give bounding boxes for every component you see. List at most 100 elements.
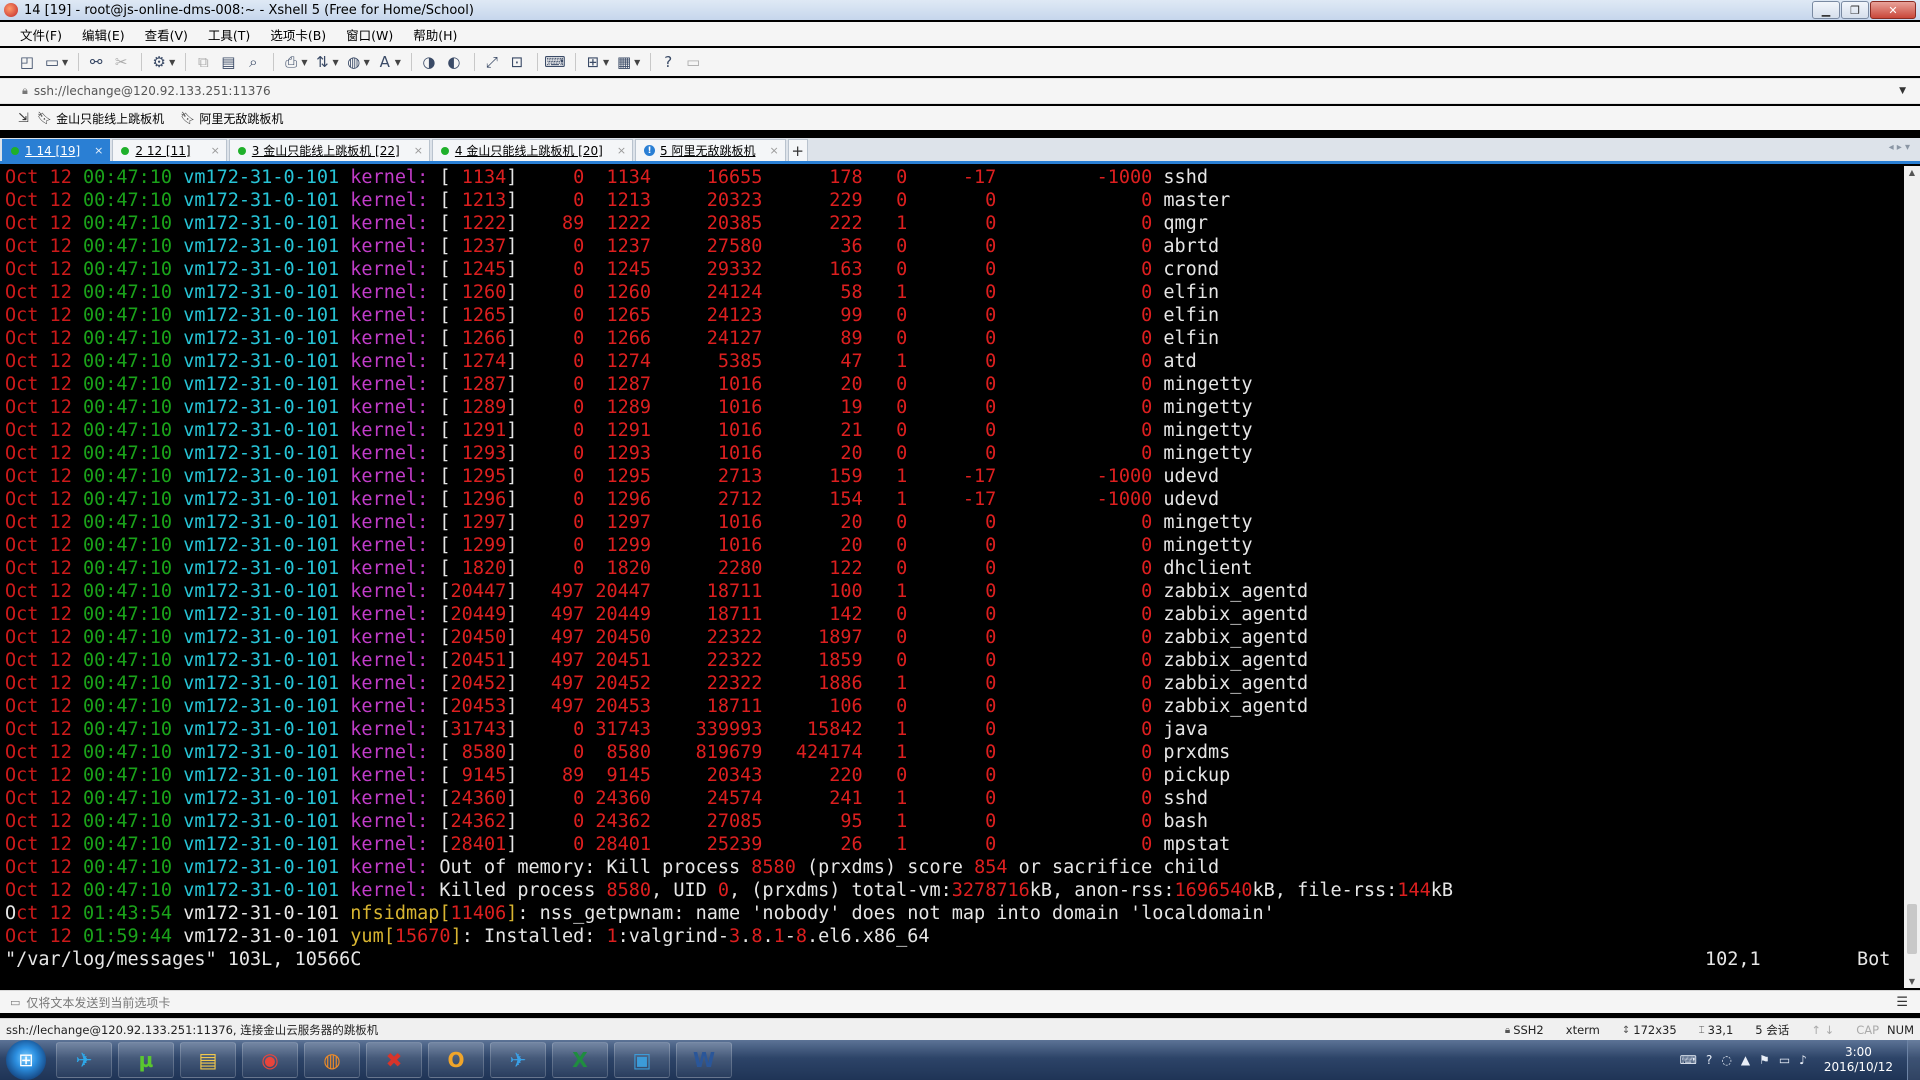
utorrent-app-icon[interactable]: µ	[118, 1042, 174, 1078]
find-icon[interactable]: ⌕	[242, 51, 264, 73]
fullscreen-icon[interactable]: ⤢	[481, 51, 503, 73]
volume-tray-icon[interactable]: ♪	[1799, 1053, 1807, 1067]
terminal-scrollbar[interactable]: ▲ ▼	[1904, 166, 1920, 988]
start-button[interactable]: ⊞	[6, 1040, 46, 1080]
terminal-text: 1245	[461, 259, 507, 280]
terminal-text: ]	[506, 397, 574, 418]
terminal-text: -17	[962, 489, 997, 510]
keyboard-icon[interactable]: ⌨	[544, 51, 566, 73]
address-input[interactable]: ssh://lechange@120.92.133.251:11376	[34, 84, 1899, 98]
show-hidden-icons-icon[interactable]: ▲	[1741, 1053, 1750, 1067]
xmanager-icon[interactable]: ◐	[443, 51, 465, 73]
terminal-line: Oct 12 00:47:10 vm172-31-0-101 kernel: […	[5, 419, 1904, 442]
terminal-text: 00:47:10	[82, 880, 184, 901]
menu-window[interactable]: 窗口(W)	[336, 25, 403, 44]
reconnect-icon[interactable]: ⚯	[85, 51, 107, 73]
scrollbar-thumb[interactable]	[1907, 904, 1917, 954]
help-tray-icon[interactable]: ?	[1706, 1053, 1712, 1067]
close-tab-icon[interactable]: ×	[617, 144, 626, 157]
tab-4[interactable]: 4 金山只能线上跳板机 [20] ×	[431, 139, 634, 161]
terminal-text: vm172-31-0-101	[183, 834, 351, 855]
show-desktop-button[interactable]	[1907, 1040, 1920, 1080]
copy-icon[interactable]: ⧉	[192, 51, 214, 73]
new-tab-button[interactable]: +	[787, 139, 808, 161]
connected-status-icon	[121, 146, 130, 155]
terminal-text: [	[439, 558, 462, 579]
terminal-output[interactable]: Oct 12 00:47:10 vm172-31-0-101 kernel: […	[0, 166, 1904, 988]
clock[interactable]: 3:00 2016/10/12	[1824, 1045, 1893, 1075]
flag-tray-icon[interactable]: ⚑	[1759, 1053, 1770, 1067]
menu-view[interactable]: 查看(V)	[135, 25, 198, 44]
keyboard-tray-icon[interactable]: ⌨	[1680, 1053, 1697, 1067]
xshell-active-app-icon[interactable]: ✖	[366, 1042, 422, 1078]
xshell-app-icon[interactable]: ✈	[56, 1042, 112, 1078]
session-arrows-icon[interactable]: ↑ ↓	[1811, 1023, 1834, 1037]
tab-5[interactable]: ! 5 阿里无敌跳板机 ×	[635, 139, 786, 161]
terminal-text: vm172-31-0-101	[183, 650, 351, 671]
terminal-text: ]	[450, 926, 462, 947]
links-bar-icon[interactable]: ⇲	[18, 111, 29, 126]
close-button[interactable]: ✕	[1870, 1, 1916, 19]
menu-tab[interactable]: 选项卡(B)	[260, 25, 336, 44]
terminal-text: kernel:	[350, 604, 440, 625]
font-icon[interactable]: A	[374, 51, 396, 73]
chevron-down-icon[interactable]: ▼	[1899, 86, 1906, 96]
send-app-icon[interactable]: ✈	[490, 1042, 546, 1078]
chrome-app-icon[interactable]: ◉	[242, 1042, 298, 1078]
terminal-text: 00:47:10	[82, 466, 184, 487]
compose-menu-icon[interactable]: ☰	[1896, 995, 1908, 1010]
terminal-text: 00:47:10	[82, 236, 184, 257]
compose-icon[interactable]: ▭	[682, 51, 704, 73]
word-app-icon[interactable]: W	[676, 1042, 732, 1078]
network-tray-icon[interactable]: ◌	[1721, 1053, 1731, 1067]
outlook-app-icon[interactable]: O	[428, 1042, 484, 1078]
terminal-text: 1	[773, 926, 785, 947]
new-session-icon[interactable]: ◰	[16, 51, 38, 73]
globe-icon[interactable]: ◍	[343, 51, 365, 73]
xftp-app-icon[interactable]: ▣	[614, 1042, 670, 1078]
scroll-down-icon[interactable]: ▼	[1904, 977, 1920, 986]
menu-edit[interactable]: 编辑(E)	[72, 25, 135, 44]
terminal-text: atd	[1152, 351, 1197, 372]
maximize-button[interactable]: ❐	[1841, 1, 1869, 19]
terminal-text: kB, file-rss:	[1252, 880, 1398, 901]
add-tab-icon[interactable]: ⊞	[582, 51, 604, 73]
terminal-text: ]	[506, 535, 574, 556]
transfer-icon[interactable]: ⇅	[311, 51, 333, 73]
open-folder-icon[interactable]: ▭	[41, 51, 63, 73]
status-cursor: ⌶ 33,1	[1699, 1023, 1734, 1037]
minimize-button[interactable]: ▁	[1812, 1, 1840, 19]
close-tab-icon[interactable]: ×	[94, 144, 103, 157]
scroll-up-icon[interactable]: ▲	[1904, 168, 1920, 177]
paste-icon[interactable]: ▤	[217, 51, 239, 73]
terminal-text: vm172-31-0-101	[183, 397, 351, 418]
tab-1[interactable]: 1 14 [19] ×	[2, 139, 111, 161]
close-tab-icon[interactable]: ×	[211, 144, 220, 157]
tab-2[interactable]: 2 12 [11] ×	[112, 139, 227, 161]
terminal-text: [	[439, 673, 451, 694]
close-tab-icon[interactable]: ×	[414, 144, 423, 157]
layout-icon[interactable]: ▦	[613, 51, 635, 73]
firefox-app-icon[interactable]: ◍	[304, 1042, 360, 1078]
link-jinshan[interactable]: 🔖︎ 金山只能线上跳板机	[37, 110, 164, 127]
close-tab-icon[interactable]: ×	[769, 144, 778, 157]
menu-file[interactable]: 文件(F)	[0, 25, 72, 44]
print-icon[interactable]: ⎙	[280, 51, 302, 73]
terminal-text: [	[439, 489, 462, 510]
menu-tools[interactable]: 工具(T)	[198, 25, 260, 44]
tab-bar: 1 14 [19] × 2 12 [11] × 3 金山只能线上跳板机 [22]…	[0, 138, 1920, 164]
explorer-app-icon[interactable]: ▤	[180, 1042, 236, 1078]
link-aliyun[interactable]: 🔖︎ 阿里无敌跳板机	[180, 110, 283, 127]
tab-scroll-arrows-icon[interactable]: ◂ ▸ ▾	[1889, 142, 1910, 153]
disconnect-icon[interactable]: ✂	[110, 51, 132, 73]
tab-3[interactable]: 3 金山只能线上跳板机 [22] ×	[228, 139, 430, 161]
status-num: NUM	[1887, 1023, 1914, 1037]
lock-icon[interactable]: ⊡	[506, 51, 528, 73]
properties-icon[interactable]: ⚙	[148, 51, 170, 73]
monitor-tray-icon[interactable]: ▭	[1779, 1053, 1790, 1067]
excel-app-icon[interactable]: X	[552, 1042, 608, 1078]
xftp-icon[interactable]: ◑	[418, 51, 440, 73]
compose-input[interactable]: 仅将文本发送到当前选项卡	[26, 994, 1896, 1011]
menu-help[interactable]: 帮助(H)	[403, 25, 467, 44]
help-icon[interactable]: ?	[657, 51, 679, 73]
